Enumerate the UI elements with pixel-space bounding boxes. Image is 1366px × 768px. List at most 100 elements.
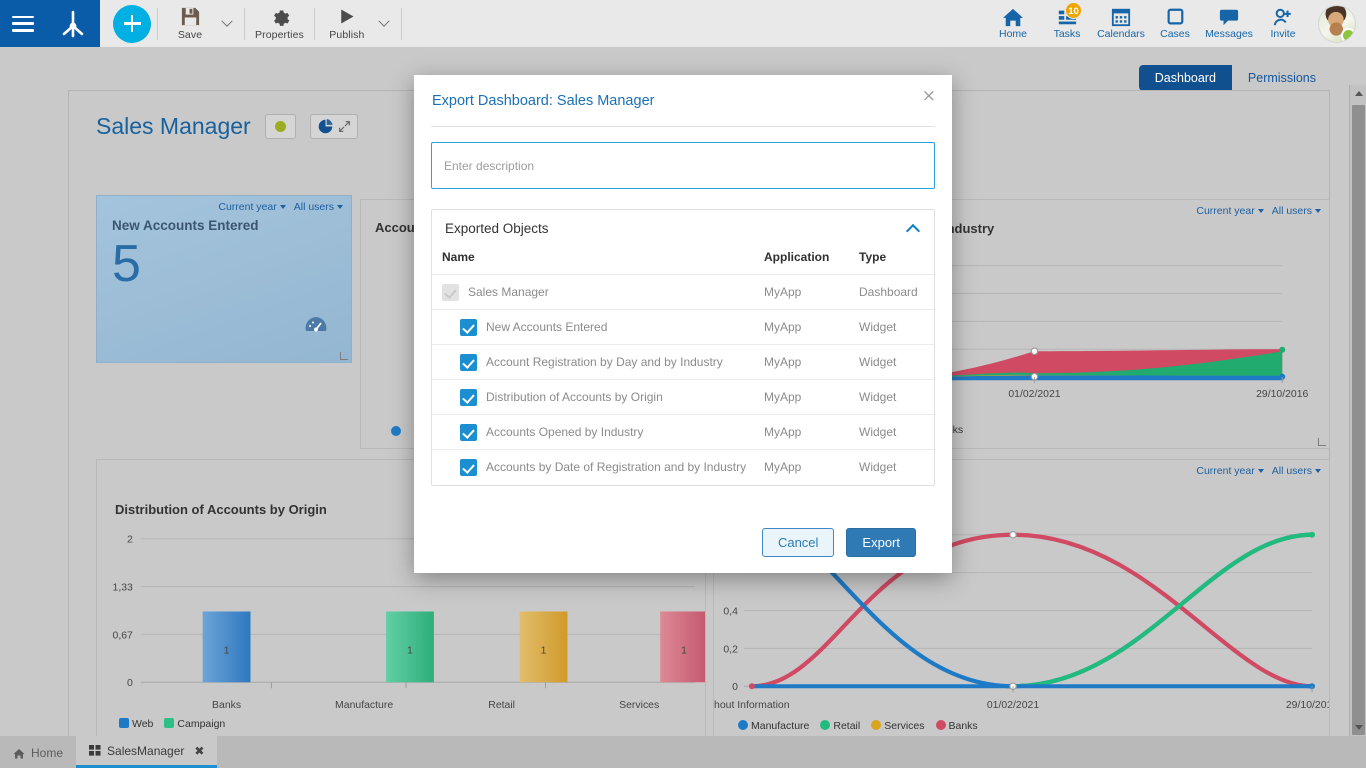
legend-item-banks: Banks (935, 720, 978, 732)
save-label: Save (177, 29, 203, 41)
row-name-cell: Accounts Opened by Industry (442, 423, 764, 441)
row-checkbox[interactable] (460, 458, 477, 476)
export-dashboard-dialog: Export Dashboard: Sales Manager × Enter … (414, 75, 952, 573)
row-name-label: Accounts Opened by Industry (486, 425, 644, 439)
table-row: New Accounts Entered MyApp Widget (432, 309, 934, 345)
cancel-label: Cancel (777, 535, 819, 550)
vertical-scrollbar[interactable] (1349, 85, 1366, 736)
properties-button[interactable]: Properties (251, 0, 308, 47)
legend-campaign-label: Campaign (177, 718, 226, 730)
kpi-filters: Current year All users (218, 201, 343, 213)
nav-tasks[interactable]: 10 Tasks (1040, 0, 1094, 47)
top-toolbar: Save Properties Publish Home 10 Tasks Ca… (0, 0, 1366, 47)
row-type: Dashboard (859, 274, 934, 310)
nav-calendars[interactable]: Calendars (1094, 0, 1148, 47)
table-header-row: Name Application Type (432, 246, 934, 275)
widget-accounts-opened-by-industry[interactable]: Current year All users Industry 01/02/20… (928, 199, 1330, 449)
bar-xtick-2: Retail (488, 700, 515, 711)
scroll-down-arrow[interactable] (1350, 719, 1366, 736)
hamburger-menu-icon[interactable] (12, 15, 34, 32)
row-checkbox-disabled (442, 283, 459, 301)
legend-item-services: Services (871, 720, 925, 732)
bar-ytick-1: 0,67 (113, 630, 134, 641)
close-icon[interactable]: × (922, 88, 936, 105)
tab-dashboard-label: Dashboard (1154, 71, 1216, 85)
properties-label: Properties (255, 29, 304, 41)
dialog-title: Export Dashboard: Sales Manager (432, 92, 655, 109)
chevron-up-icon[interactable] (907, 222, 920, 235)
save-dropdown-caret[interactable] (216, 0, 238, 47)
dashboard-chart-expand-button[interactable] (309, 114, 358, 139)
publish-dropdown-caret[interactable] (373, 0, 395, 47)
bar-ytick-2: 1,33 (113, 583, 134, 594)
row-checkbox[interactable] (460, 423, 477, 441)
scroll-up-arrow[interactable] (1350, 85, 1366, 102)
dashboard-status-button[interactable] (264, 114, 296, 139)
bottom-tab-salesmanager-label: SalesManager (107, 743, 185, 758)
legend-services-label: Services (884, 720, 925, 732)
toolbar-divider-1 (157, 7, 158, 40)
home-icon (13, 748, 25, 758)
publish-button[interactable]: Publish (321, 0, 373, 47)
tab-permissions-label: Permissions (1247, 71, 1316, 85)
kpi-resize-handle[interactable] (340, 352, 348, 360)
exported-objects-card: Exported Objects Name Application Type S… (431, 209, 935, 486)
invite-user-icon (1273, 8, 1291, 26)
line-xtick-2: 29/10/2016 (1286, 700, 1329, 711)
bonita-logo-icon[interactable] (58, 9, 88, 39)
online-status-dot (1341, 27, 1355, 42)
line-ytick-0: 0 (732, 682, 738, 693)
row-type: Widget (859, 344, 934, 380)
row-type: Widget (859, 379, 934, 415)
cancel-button[interactable]: Cancel (761, 528, 835, 557)
save-button[interactable]: Save (164, 0, 216, 47)
dialog-footer: Cancel Export (414, 528, 952, 557)
row-checkbox[interactable] (460, 318, 477, 336)
row-name-cell: Distribution of Accounts by Origin (442, 388, 764, 406)
kpi-filter-users[interactable]: All users (294, 201, 343, 213)
nav-messages[interactable]: Messages (1202, 0, 1256, 47)
description-input[interactable]: Enter description (431, 142, 935, 189)
kpi-filter-period[interactable]: Current year (218, 201, 285, 213)
row-name-label: Accounts by Date of Registration and by … (486, 460, 747, 475)
tab-dashboard[interactable]: Dashboard (1138, 65, 1232, 91)
middle-widget-title: Accou (375, 220, 415, 235)
row-application: MyApp (764, 344, 859, 380)
message-bubble-icon (1219, 9, 1239, 26)
scrollbar-thumb[interactable] (1352, 105, 1365, 735)
table-row: Accounts by Date of Registration and by … (432, 449, 934, 485)
row-checkbox[interactable] (460, 388, 477, 406)
row-checkbox[interactable] (460, 353, 477, 371)
expand-arrows-icon (338, 121, 350, 132)
nav-cases[interactable]: Cases (1148, 0, 1202, 47)
widget-new-accounts-entered[interactable]: Current year All users New Accounts Ente… (96, 195, 352, 363)
tasks-badge: 10 (1065, 2, 1082, 19)
play-icon (341, 9, 354, 24)
user-avatar[interactable] (1318, 4, 1356, 43)
save-icon (181, 7, 199, 26)
page-content: Dashboard Permissions Sales Manager Curr… (0, 47, 1366, 758)
bar-legend: Web Campaign (119, 718, 225, 730)
bottom-tab-home[interactable]: Home (0, 738, 77, 768)
area-resize-handle[interactable] (1318, 438, 1326, 446)
close-icon[interactable]: ✖ (194, 744, 204, 758)
export-button[interactable]: Export (846, 528, 916, 557)
exported-objects-header[interactable]: Exported Objects (432, 210, 934, 246)
bar-label-3: 1 (681, 645, 687, 656)
bar-label-2: 1 (541, 645, 547, 656)
legend-banks-label: Banks (948, 720, 978, 732)
cases-icon (1167, 8, 1184, 25)
nav-home[interactable]: Home (986, 0, 1040, 47)
gear-icon (273, 10, 290, 26)
nav-invite[interactable]: Invite (1256, 0, 1310, 47)
line-xtick-0: hout Information (714, 700, 790, 711)
line-ytick-1: 0,2 (723, 644, 738, 655)
row-application: MyApp (764, 309, 859, 345)
row-name-cell: Account Registration by Day and by Indus… (442, 353, 764, 371)
table-row: Accounts Opened by Industry MyApp Widget (432, 414, 934, 450)
add-button[interactable] (113, 4, 151, 43)
nav-tasks-label: Tasks (1053, 28, 1081, 40)
tab-permissions[interactable]: Permissions (1231, 65, 1332, 91)
bottom-tab-salesmanager[interactable]: SalesManager ✖ (76, 736, 218, 768)
nav-invite-label: Invite (1270, 28, 1296, 40)
